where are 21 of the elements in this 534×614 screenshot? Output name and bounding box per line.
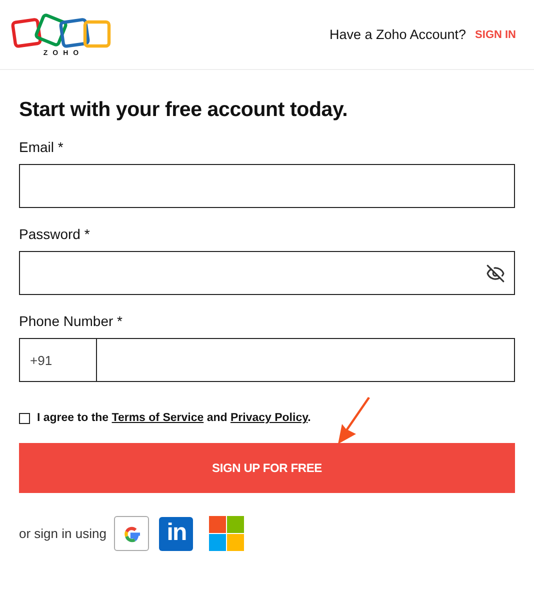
field-label: Email * — [19, 139, 64, 155]
field-label: Phone Number * — [19, 313, 124, 329]
four-squares-icon — [209, 516, 244, 551]
sign-in-link[interactable]: SIGN IN — [475, 28, 516, 40]
page-title: Start with your free account today. — [19, 98, 349, 122]
social-sign-in-label: or sign in using — [19, 526, 106, 541]
country-code[interactable]: +91 — [20, 339, 97, 381]
google-sign-in-button[interactable] — [114, 516, 150, 551]
email-field[interactable] — [19, 164, 515, 208]
agree-checkbox[interactable] — [19, 412, 30, 424]
sign-up-button[interactable]: SIGN UP FOR FREE — [19, 443, 515, 493]
password-field[interactable] — [19, 251, 515, 295]
microsoft-sign-in-button[interactable] — [209, 516, 244, 551]
privacy-link[interactable]: Privacy Policy — [230, 412, 308, 424]
linkedin-sign-in-button[interactable]: in — [159, 516, 194, 550]
agreement-text: I agree to the Terms of Service and Privacy Policy. — [37, 412, 311, 424]
hide-password-icon[interactable] — [486, 264, 505, 282]
terms-link[interactable]: Terms of Service — [112, 412, 204, 424]
account-prompt: Have a Zoho Account? — [329, 27, 466, 42]
phone-field[interactable]: +91 — [19, 338, 515, 382]
field-label: Password * — [19, 226, 91, 242]
